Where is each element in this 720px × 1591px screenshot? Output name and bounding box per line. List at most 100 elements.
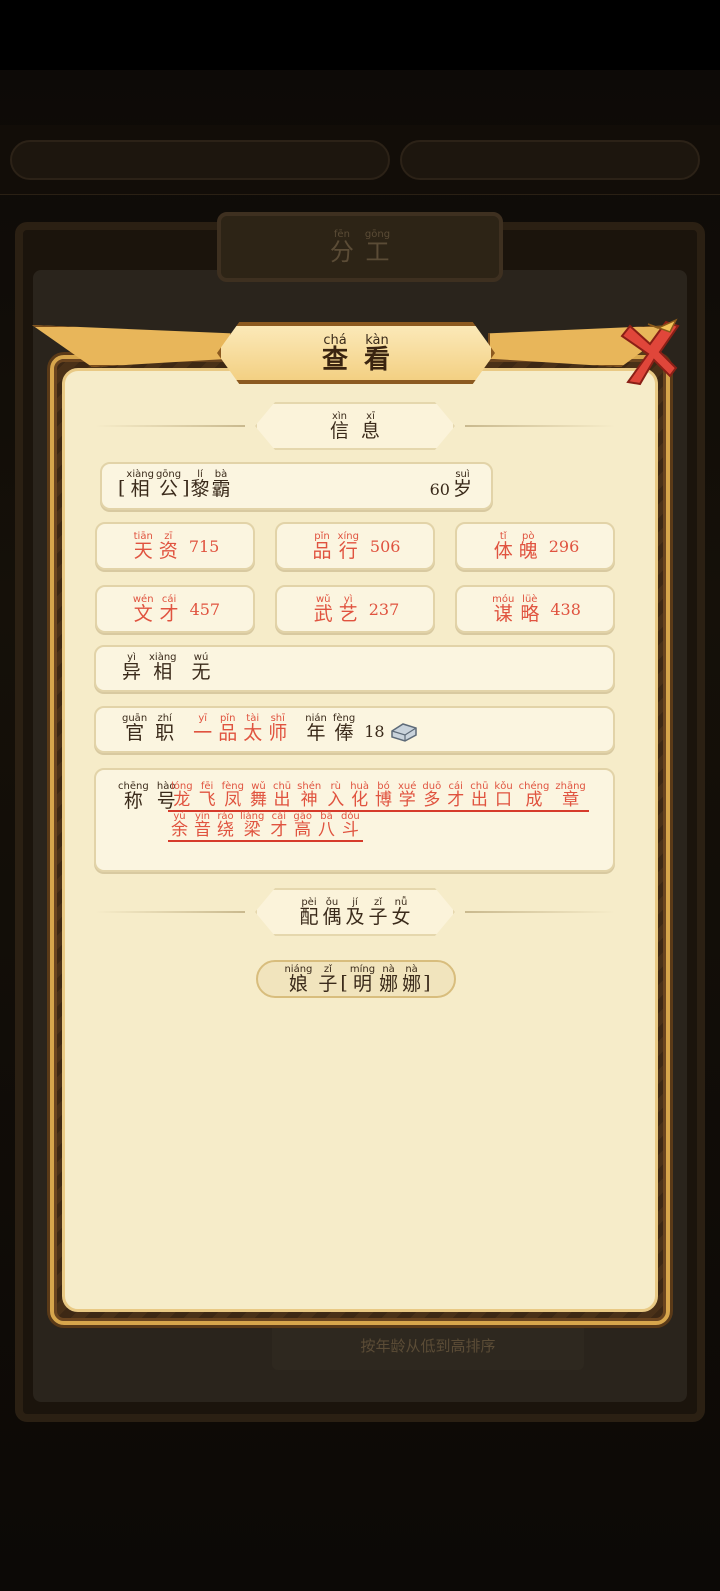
name-char-2: bà 霸: [211, 469, 231, 500]
role-label: xiàng 相 gōng 公: [125, 470, 182, 499]
stat-card-4: wén 文 cái 才 457: [95, 585, 255, 633]
age-unit: suì 岁: [452, 470, 473, 499]
section-header-info: xìn 信 xī 息: [95, 402, 615, 450]
stat-label-char-1: wǔ 武: [313, 593, 333, 625]
salary-value: 18: [364, 722, 385, 741]
title-char-6: gāo 高: [293, 811, 312, 840]
title-char-12: cái 才: [447, 781, 465, 810]
stat-label: tǐ 体 pò 魄: [491, 530, 541, 562]
silver-ingot-icon: [390, 723, 417, 742]
stat-label: tiān 天 zī 资: [131, 530, 181, 562]
name-char-1: lí 黎: [190, 469, 210, 500]
titles-line-1: lóng 龙 fēi 飞 fèng 凤 wǔ 舞 chū 出 shén 神 rù 入 huà 化 bó 博 xué 学…: [168, 782, 589, 812]
title-char-1: yú 余: [171, 811, 188, 840]
bracket-close: ]: [182, 477, 190, 499]
rank-char-4: shī 师: [268, 713, 288, 744]
dialog-title: chá 查 kàn 看: [314, 334, 398, 373]
title-char-15: chéng 成: [518, 781, 550, 810]
close-icon[interactable]: [618, 318, 680, 388]
resource-bar-dimmed: [10, 140, 390, 180]
role-char-2: gōng 公: [155, 469, 182, 500]
title-char-4: wǔ 舞: [249, 781, 267, 810]
stat-label: móu 谋 lüè 略: [489, 593, 542, 625]
title-char-3: fèng 凤: [221, 781, 244, 810]
salary-label-char-2: fèng 俸: [332, 713, 356, 744]
title-char-16: zhāng 章: [555, 781, 586, 810]
stat-card-1: tiān 天 zī 资 715: [95, 522, 255, 570]
stat-label-char-2: zī 资: [158, 530, 178, 562]
office-label-char-1: guān 官: [122, 713, 148, 744]
title-char-14: kǒu 口: [494, 781, 513, 810]
family-char-5: nǚ 女: [391, 896, 411, 928]
role-char-1: xiàng 相: [126, 469, 154, 500]
stat-card-2: pǐn 品 xíng 行 506: [275, 522, 435, 570]
office-label: guān 官 zhí 职: [118, 714, 178, 743]
bracket-open: [: [340, 971, 348, 994]
stat-label: pǐn 品 xíng 行: [310, 530, 362, 562]
salary-label: nián 年 fèng 俸: [302, 714, 358, 743]
office-card: guān 官 zhí 职 yī 一 pǐn 品 tài 太 shī 师 nián 年 fèng 俸 18: [94, 706, 615, 753]
title-char-4: liáng 梁: [240, 811, 265, 840]
back-title-char-2: 工: [365, 238, 390, 266]
appearance-card: yì 异 xiàng 相 wú 无: [94, 645, 615, 692]
title-char-6: shén 神: [297, 781, 322, 810]
appearance-value: wú 无: [191, 653, 212, 682]
stat-label-char-1: móu 谋: [492, 593, 515, 625]
spouse-role-char-2: zǐ 子: [318, 963, 338, 995]
stat-label: wén 文 cái 才: [130, 594, 182, 624]
spouse-name: míng 明 nà 娜 nà 娜: [348, 963, 423, 995]
title-char-8: dǒu 斗: [340, 811, 360, 840]
stat-label-char-1: tǐ 体: [493, 530, 513, 562]
back-title-char-1: 分: [329, 238, 354, 266]
titles-line-2: yú 余 yīn 音 rào 绕 liáng 梁 cái 才 gāo 高 bā 八 dǒu 斗: [168, 812, 363, 842]
family-char-2: ǒu 偶: [322, 896, 342, 928]
age-value: 60: [429, 480, 450, 499]
appearance-label: yì 异 xiàng 相: [118, 653, 181, 682]
office-label-char-2: zhí 职: [155, 713, 175, 744]
section-header-family: pèi 配 ǒu 偶 jí 及 zǐ 子 nǚ 女: [95, 888, 615, 936]
back-panel-title: fēn 分 gōng 工: [217, 212, 503, 282]
family-char-1: pèi 配: [299, 896, 319, 928]
stat-label-char-1: pǐn 品: [312, 530, 332, 562]
stat-value: 506: [369, 536, 401, 556]
stat-value: 715: [188, 536, 220, 556]
rank-char-2: pǐn 品: [218, 713, 238, 744]
stat-card-5: wǔ 武 yì 艺 237: [275, 585, 435, 633]
stat-label-char-2: yì 艺: [338, 593, 358, 625]
stat-value: 237: [368, 599, 400, 619]
stat-label: wǔ 武 yì 艺: [311, 593, 361, 625]
character-name: lí 黎 bà 霸: [190, 470, 232, 499]
spouse-name-char-1: míng 明: [349, 963, 376, 995]
title-char-1: chá 查: [321, 332, 348, 375]
title-char-5: chū 出: [272, 781, 292, 810]
rank-char-3: tài 太: [243, 713, 263, 744]
identity-card: [ xiàng 相 gōng 公 ] lí 黎 bà 霸 60 suì 岁: [100, 462, 493, 510]
title-char-10: xué 学: [398, 781, 417, 810]
bracket-close: ]: [423, 971, 431, 994]
title-char-1: lóng 龙: [171, 781, 193, 810]
family-char-3: jí 及: [345, 896, 365, 928]
family-char-4: zǐ 子: [368, 896, 388, 928]
spouse-role: niáng 娘 zǐ 子: [281, 963, 340, 995]
spouse-entry[interactable]: niáng 娘 zǐ 子 [ míng 明 nà 娜 nà 娜 ]: [256, 960, 456, 998]
stat-card-6: móu 谋 lüè 略 438: [455, 585, 615, 633]
title-char-2: fēi 飞: [198, 781, 216, 810]
rank-char-1: yī 一: [193, 713, 213, 744]
appearance-label-char-2: xiàng 相: [149, 652, 177, 683]
info-char-2: xī 息: [361, 410, 381, 442]
spouse-name-char-3: nà 娜: [402, 963, 422, 995]
dialog-title-plate: chá 查 kàn 看: [217, 322, 495, 384]
stat-label-char-2: xíng 行: [337, 530, 359, 562]
sort-by-age-button[interactable]: 按年龄从低到高排序: [272, 1320, 584, 1370]
title-char-7: bā 八: [317, 811, 335, 840]
title-char-11: duō 多: [422, 781, 442, 810]
titles-card: chēng 称 hào 号 lóng 龙 fēi 飞 fèng 凤 wǔ 舞 chū 出 shén 神 rù 入…: [94, 768, 615, 872]
spouse-name-char-2: nà 娜: [379, 963, 399, 995]
title-char-7: rù 入: [327, 781, 345, 810]
office-rank: yī 一 pǐn 品 tài 太 shī 师: [190, 714, 290, 743]
spouse-role-char-1: niáng 娘: [284, 963, 313, 995]
title-char-8: huà 化: [350, 781, 369, 810]
stat-value: 457: [189, 599, 221, 619]
title-char-3: rào 绕: [217, 811, 234, 840]
stat-value: 296: [548, 536, 580, 556]
